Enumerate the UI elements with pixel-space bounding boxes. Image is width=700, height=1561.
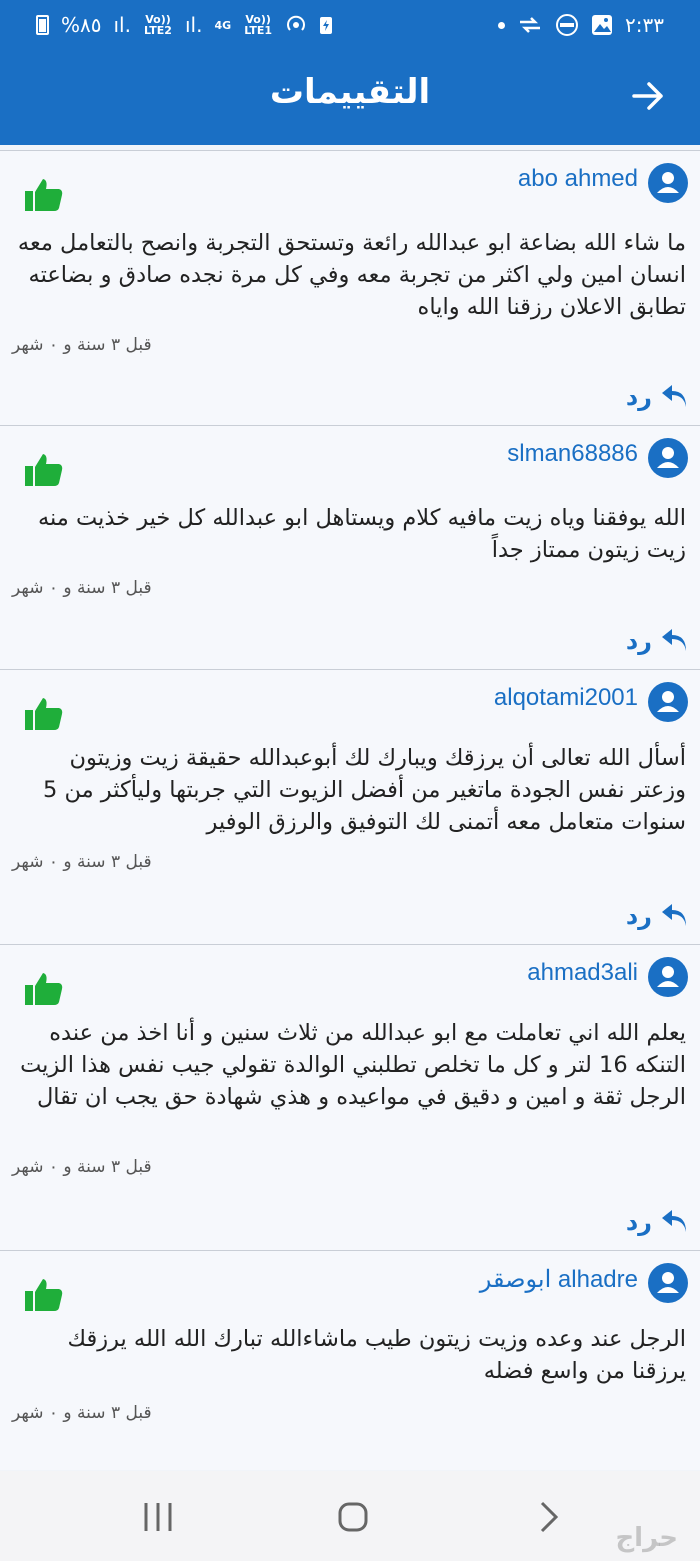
avatar[interactable]: [648, 1263, 688, 1303]
thumbs-up-icon[interactable]: [24, 177, 64, 213]
clock: ٢:٣٣: [625, 13, 664, 37]
battery-saver-icon: [320, 17, 333, 34]
review-username[interactable]: ابوصقر alhadre: [480, 1265, 638, 1294]
review-time: قبل ٣ سنة و ٠ شهر: [12, 852, 152, 872]
avatar[interactable]: [648, 438, 688, 478]
thumbs-up-icon[interactable]: [24, 971, 64, 1007]
review-card: slman68886 الله يوفقنا وياه زيت مافيه كل…: [0, 425, 700, 669]
app-notification-icon: [556, 14, 579, 36]
network-label-3: Vo)) LTE1: [244, 13, 273, 37]
reply-button[interactable]: رد: [626, 627, 688, 655]
review-text: يعلم الله اني تعاملت مع ابو عبدالله من ث…: [20, 1020, 686, 1110]
network-label-1: Vo)) LTE2: [144, 13, 172, 37]
user-icon: [657, 691, 679, 712]
reply-button[interactable]: رد: [626, 383, 688, 411]
reply-icon: [662, 629, 686, 651]
review-time: قبل ٣ سنة و ٠ شهر: [12, 335, 152, 355]
status-right: ٢:٣٣: [498, 13, 664, 37]
review-time: قبل ٣ سنة و ٠ شهر: [12, 578, 152, 598]
user-icon: [657, 447, 679, 468]
back-nav-icon[interactable]: [528, 1497, 568, 1537]
reply-label: رد: [625, 902, 652, 930]
review-text: أسأل الله تعالى أن يرزقك ويبارك لك أبوعب…: [42, 745, 686, 835]
user-icon: [657, 1272, 679, 1293]
battery-level: %٨٥: [61, 13, 102, 37]
reply-button[interactable]: رد: [626, 902, 688, 930]
signal-icon: ıl.: [113, 13, 131, 37]
page-title: التقييمات: [269, 72, 431, 112]
reply-label: رد: [625, 1208, 652, 1236]
review-time: قبل ٣ سنة و ٠ شهر: [12, 1157, 152, 1177]
reply-label: رد: [625, 627, 652, 655]
reply-button[interactable]: رد: [626, 1208, 688, 1236]
review-text: الله يوفقنا وياه زيت مافيه كلام ويستاهل …: [37, 505, 686, 563]
review-username[interactable]: alqotami2001: [494, 684, 638, 712]
app-header: التقييمات: [0, 50, 700, 145]
system-nav-bar: حراج: [0, 1471, 700, 1561]
review-card: alqotami2001 أسأل الله تعالى أن يرزقك وي…: [0, 669, 700, 944]
thumbs-up-icon[interactable]: [24, 452, 64, 488]
reply-icon: [662, 904, 686, 926]
avatar[interactable]: [648, 163, 688, 203]
review-time: قبل ٣ سنة و ٠ شهر: [12, 1403, 152, 1423]
hotspot-icon: [287, 15, 306, 31]
avatar[interactable]: [648, 957, 688, 997]
app-notification-icon: [520, 17, 541, 33]
review-username[interactable]: slman68886: [507, 440, 638, 468]
thumbs-up-icon[interactable]: [24, 696, 64, 732]
reply-label: رد: [625, 383, 652, 411]
recent-apps-icon[interactable]: [138, 1497, 178, 1537]
gallery-icon: [592, 15, 613, 35]
reply-icon: [662, 385, 686, 407]
home-icon[interactable]: [333, 1497, 373, 1537]
status-left: %٨٥ ıl. Vo)) LTE2 ıl. 4G Vo)) LTE1: [36, 13, 333, 37]
thumbs-up-icon[interactable]: [24, 1277, 64, 1313]
user-icon: [657, 966, 679, 987]
review-text: ما شاء الله بضاعة ابو عبدالله رائعة وتست…: [17, 230, 686, 320]
review-username[interactable]: ahmad3ali: [527, 959, 638, 987]
reply-icon: [662, 1210, 686, 1232]
user-icon: [657, 172, 679, 193]
arrow-right-icon[interactable]: [628, 76, 668, 116]
battery-icon: [36, 15, 49, 35]
review-username[interactable]: abo ahmed: [518, 165, 638, 193]
network-label-2: 4G: [214, 18, 232, 32]
status-bar: %٨٥ ıl. Vo)) LTE2 ıl. 4G Vo)) LTE1 ٢:٣٣: [0, 0, 700, 50]
notification-dot-icon: [498, 21, 506, 29]
signal-icon: ıl.: [184, 13, 203, 37]
review-card: abo ahmed ما شاء الله بضاعة ابو عبدالله …: [0, 150, 700, 425]
avatar[interactable]: [648, 682, 688, 722]
reviews-list[interactable]: abo ahmed ما شاء الله بضاعة ابو عبدالله …: [0, 150, 700, 1470]
review-text: الرجل عند وعده وزيت زيتون طيب ماشاءالله …: [67, 1326, 686, 1384]
review-card: ahmad3ali يعلم الله اني تعاملت مع ابو عب…: [0, 944, 700, 1250]
review-card: ابوصقر alhadre الرجل عند وعده وزيت زيتون…: [0, 1250, 700, 1470]
watermark-logo: حراج: [615, 1523, 678, 1553]
